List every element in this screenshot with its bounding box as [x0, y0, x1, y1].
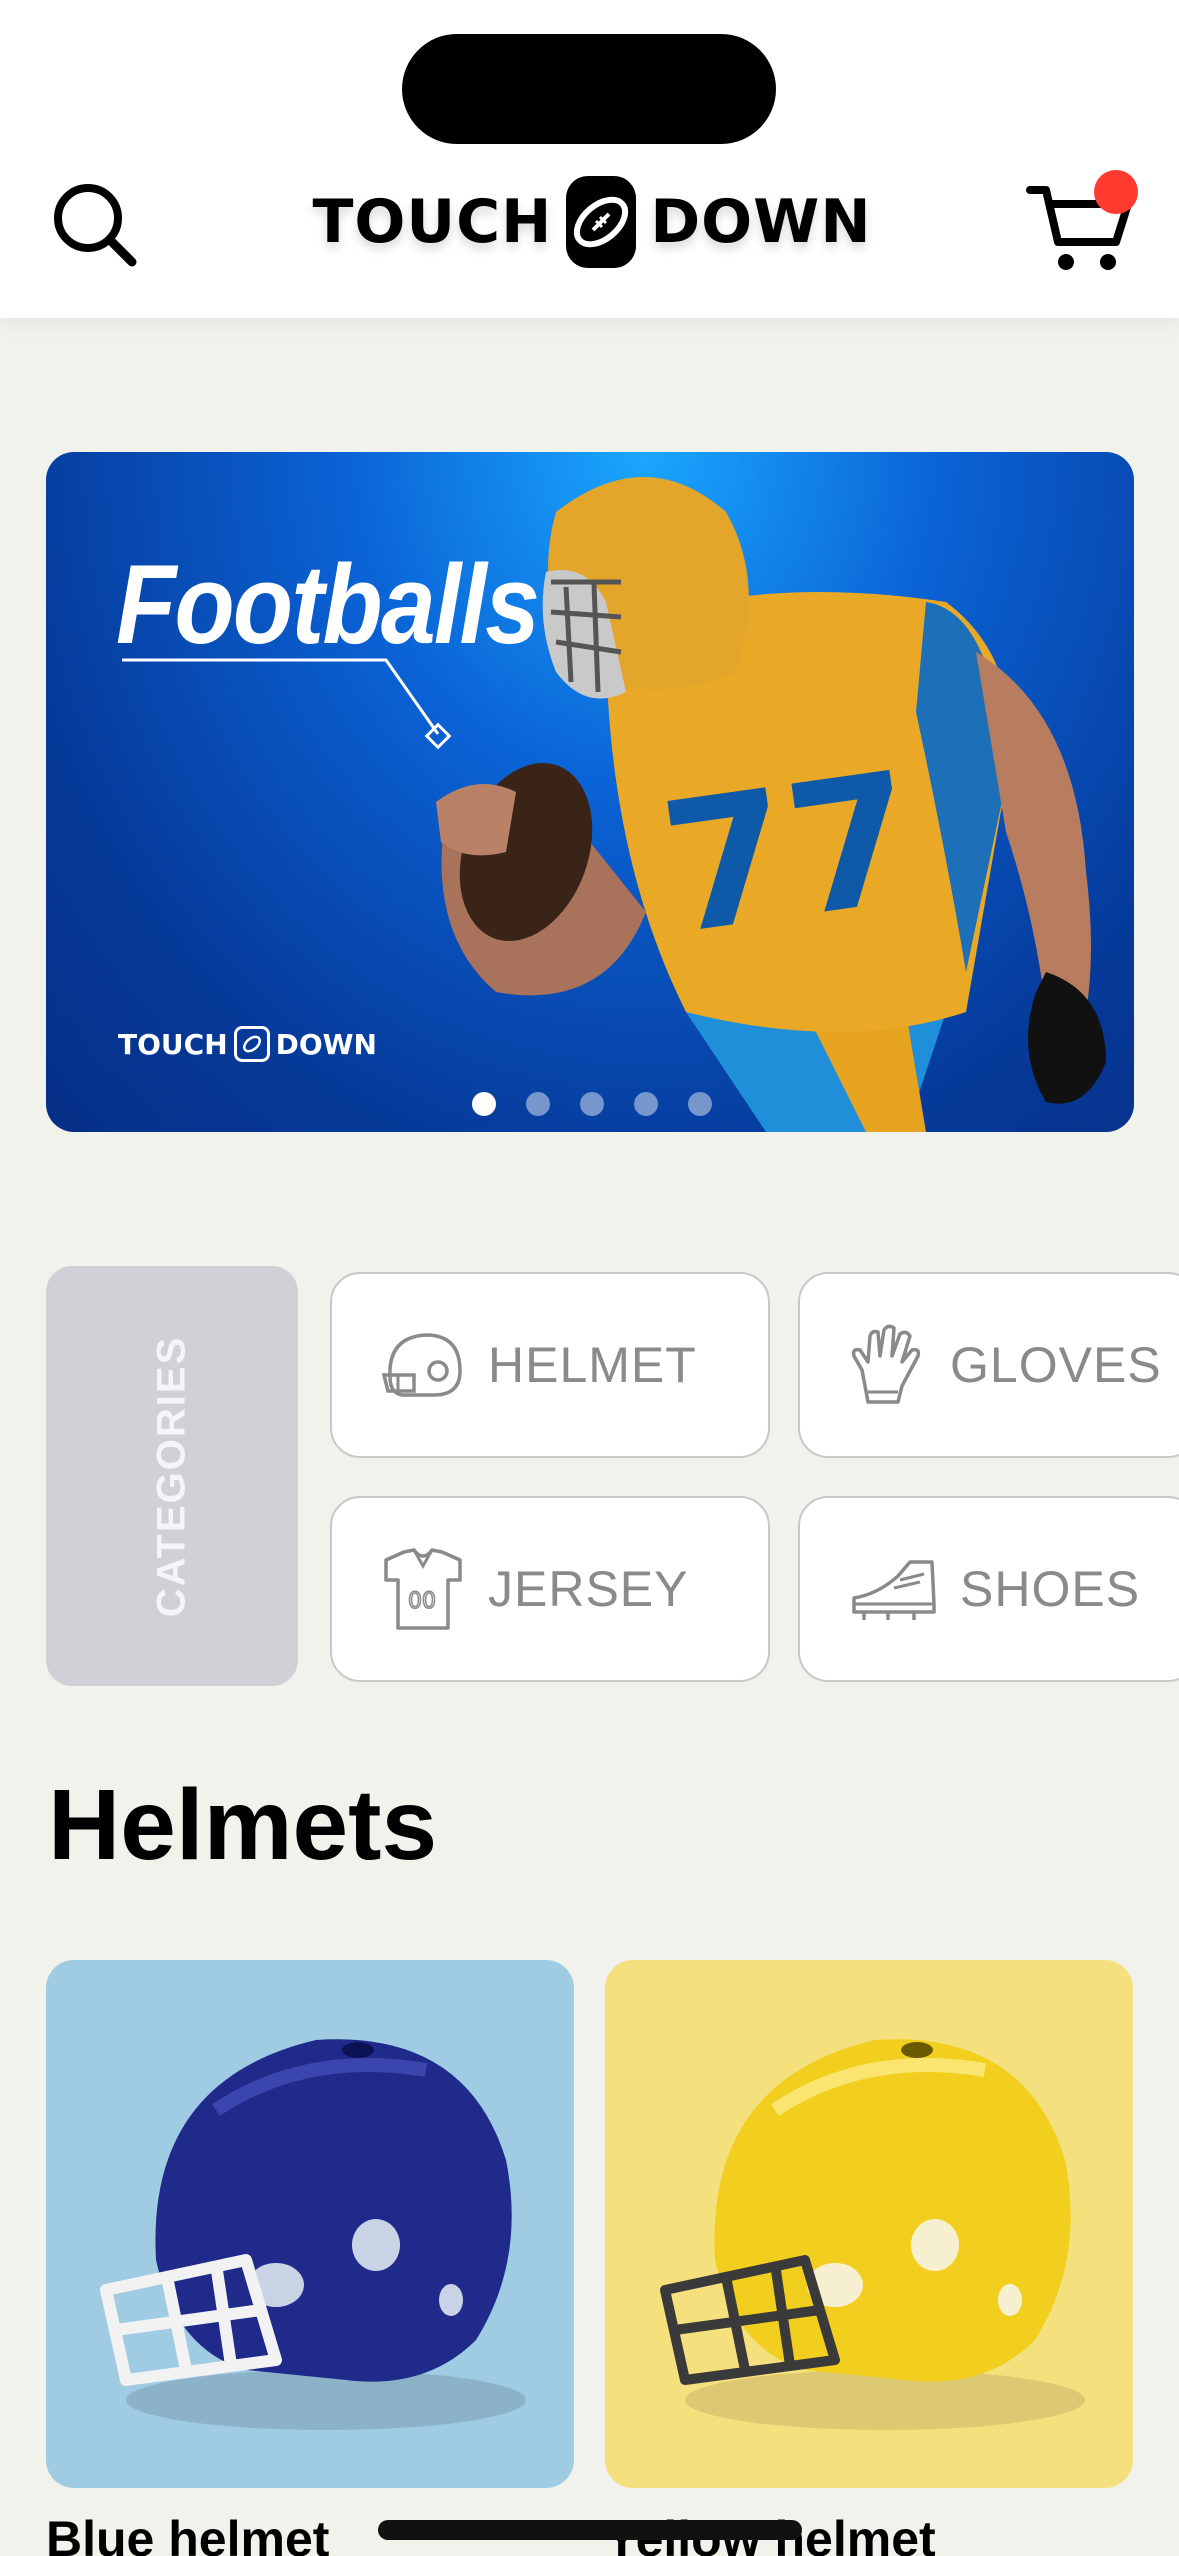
carousel-dot[interactable] — [526, 1092, 550, 1116]
banner-logo-text-right: DOWN — [275, 1027, 377, 1061]
carousel-dot[interactable] — [634, 1092, 658, 1116]
carousel-pagination[interactable] — [472, 1092, 712, 1116]
cart-badge — [1094, 170, 1138, 214]
category-shoes[interactable]: SHOES — [798, 1496, 1179, 1682]
category-label: GLOVES — [950, 1337, 1162, 1393]
carousel-dot[interactable] — [472, 1092, 496, 1116]
category-label: SHOES — [960, 1561, 1141, 1617]
football-logo-icon — [566, 176, 637, 268]
category-label: HELMET — [488, 1337, 697, 1393]
banner-brand-logo: TOUCH DOWN — [118, 1026, 377, 1062]
dynamic-island — [402, 34, 776, 144]
category-label: JERSEY — [488, 1561, 689, 1617]
categories-label: CATEGORIES — [46, 1266, 298, 1686]
banner-logo-text-left: TOUCH — [118, 1027, 228, 1061]
category-helmet[interactable]: HELMET — [330, 1272, 770, 1458]
carousel-dot[interactable] — [580, 1092, 604, 1116]
categories-label-text: CATEGORIES — [149, 1335, 194, 1617]
promo-banner[interactable]: 77 Footballs TOUCH DOWN — [46, 452, 1134, 1132]
search-icon — [54, 184, 137, 267]
shoe-icon — [852, 1560, 936, 1620]
banner-title: Footballs — [116, 542, 540, 667]
football-logo-icon — [233, 1026, 270, 1062]
brand-logo[interactable]: TOUCH DOWN — [312, 176, 872, 268]
category-gloves[interactable]: GLOVES — [798, 1272, 1179, 1458]
product-card-yellow-helmet[interactable] — [605, 1960, 1133, 2488]
carousel-dot[interactable] — [688, 1092, 712, 1116]
app-header: TOUCH DOWN — [0, 0, 1179, 318]
jersey-icon: 00 — [384, 1548, 462, 1630]
helmet-icon — [381, 1333, 462, 1397]
product-card-blue-helmet[interactable] — [46, 1960, 574, 2488]
home-indicator[interactable] — [378, 2520, 802, 2540]
logo-text-left: TOUCH — [312, 187, 553, 257]
search-button[interactable] — [46, 176, 146, 276]
category-jersey[interactable]: 00 JERSEY — [330, 1496, 770, 1682]
yellow-helmet-image — [660, 2039, 1085, 2430]
section-title: Helmets — [48, 1769, 438, 1881]
blue-helmet-image — [100, 2039, 526, 2430]
product-name[interactable]: Blue helmet — [46, 2510, 329, 2556]
glove-icon — [851, 1324, 921, 1404]
svg-text:77: 77 — [651, 733, 928, 975]
logo-text-right: DOWN — [650, 187, 872, 257]
svg-text:00: 00 — [408, 1589, 436, 1614]
